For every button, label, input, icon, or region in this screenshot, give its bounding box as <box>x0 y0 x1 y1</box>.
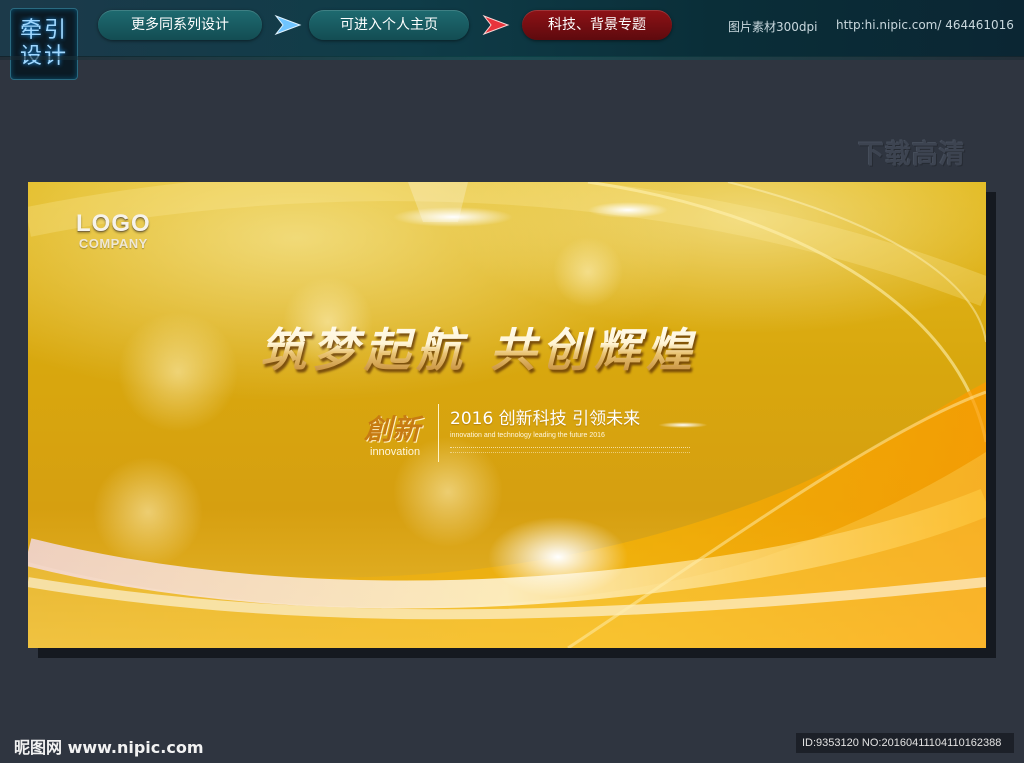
top-bar: 牵引 设计 更多同系列设计 可进入个人主页 科技、背景专题 图片素材300dpi… <box>0 0 1024 80</box>
brand-logo-line1: 牵引 <box>19 18 68 43</box>
nav-tech-topic-button[interactable]: 科技、背景专题 <box>522 10 672 40</box>
nav-personal-home-button[interactable]: 可进入个人主页 <box>309 10 469 40</box>
banner-image: LOGO COMPANY 筑梦起航 共创辉煌 創新 innovation 201… <box>28 182 986 648</box>
logo-text: LOGO <box>76 210 151 237</box>
fine-print-lines <box>450 447 690 453</box>
footer-id-label: ID:9353120 NO:20160411104110162388 <box>796 733 1014 753</box>
footer-site-brand[interactable]: 昵图网 www.nipic.com <box>14 734 204 758</box>
nav-more-series-button[interactable]: 更多同系列设计 <box>98 10 262 40</box>
brand-logo-line2: 设计 <box>19 44 68 69</box>
author-url-link[interactable]: http:hi.nipic.com/ 464461016 <box>836 18 1014 32</box>
arrow-right-icon <box>482 14 510 36</box>
download-hd-watermark: 下载高清 <box>858 140 967 170</box>
company-logo: LOGO COMPANY <box>76 210 151 252</box>
sparkle-icon <box>658 422 708 428</box>
banner-headline: 筑梦起航 共创辉煌 <box>260 314 698 380</box>
resolution-text: 图片素材300dpi <box>728 20 818 34</box>
innovation-label: innovation <box>370 446 421 458</box>
divider <box>438 404 439 462</box>
banner-subtitle-en: innovation and technology leading the fu… <box>450 432 605 439</box>
banner-subtitle: 2016 创新科技 引领未来 <box>450 409 641 429</box>
arrow-right-icon <box>274 14 302 36</box>
chuangxin-calligraphy: 創新 <box>364 413 421 446</box>
company-text: COMPANY <box>78 236 148 251</box>
brand-logo[interactable]: 牵引 设计 <box>10 8 78 80</box>
